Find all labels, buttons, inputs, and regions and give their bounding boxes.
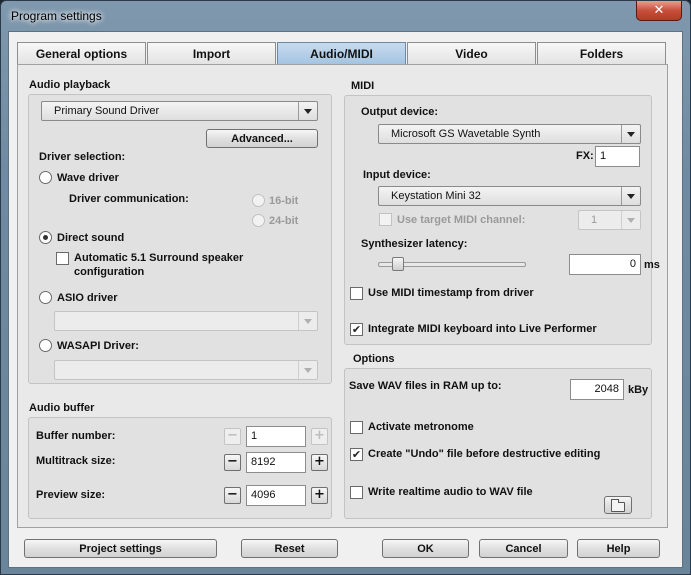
checkmark-icon: ✔ <box>351 323 362 336</box>
audio-buffer-group: Buffer number: − 1 + Multitrack size: − … <box>28 417 332 519</box>
tab-video[interactable]: Video <box>407 42 536 64</box>
window-title: Program settings <box>11 9 102 23</box>
undo-file-label: Create "Undo" file before destructive ed… <box>368 448 601 460</box>
fx-label: FX: <box>576 150 594 162</box>
checkmark-icon: ✔ <box>351 448 362 461</box>
buffer-number-increment[interactable]: + <box>311 428 328 445</box>
integrate-midi-label: Integrate MIDI keyboard into Live Perfor… <box>368 323 597 335</box>
midi-timestamp-checkbox[interactable] <box>350 287 363 300</box>
buffer-number-label: Buffer number: <box>36 430 116 442</box>
midi-group: Output device: Microsoft GS Wavetable Sy… <box>344 95 660 345</box>
help-button[interactable]: Help <box>577 539 660 558</box>
audio-playback-label: Audio playback <box>29 79 111 91</box>
asio-driver-label: ASIO driver <box>57 292 118 304</box>
program-settings-window: Program settings ✕ General options Impor… <box>0 0 691 575</box>
tab-general-options[interactable]: General options <box>17 42 146 64</box>
close-button[interactable]: ✕ <box>636 1 682 21</box>
wasapi-driver-label: WASAPI Driver: <box>57 340 139 352</box>
dialog-client-area: General options Import Audio/MIDI Video … <box>8 31 683 568</box>
integrate-midi-checkbox[interactable]: ✔ <box>350 323 363 336</box>
tab-import[interactable]: Import <box>147 42 276 64</box>
midi-label: MIDI <box>351 80 375 92</box>
buffer-number-decrement[interactable]: − <box>224 428 241 445</box>
save-wav-label: Save WAV files in RAM up to: <box>349 380 502 392</box>
chevron-down-icon <box>298 102 317 120</box>
audio-device-value: Primary Sound Driver <box>54 105 160 117</box>
input-device-label: Input device: <box>363 169 431 181</box>
cancel-button[interactable]: Cancel <box>479 539 568 558</box>
midi-timestamp-label: Use MIDI timestamp from driver <box>368 287 534 299</box>
latency-unit: ms <box>644 259 660 271</box>
wave-driver-label: Wave driver <box>57 172 119 184</box>
wasapi-driver-radio[interactable] <box>39 339 52 352</box>
24-bit-radio[interactable] <box>252 214 265 227</box>
multitrack-size-label: Multitrack size: <box>36 455 116 467</box>
undo-file-checkbox[interactable]: ✔ <box>350 448 363 461</box>
preview-decrement[interactable]: − <box>224 487 241 504</box>
surround-checkbox[interactable] <box>56 252 69 265</box>
driver-selection-label: Driver selection: <box>39 151 126 163</box>
browse-folder-button[interactable] <box>604 496 632 514</box>
options-label: Options <box>353 353 395 365</box>
asio-driver-radio[interactable] <box>39 291 52 304</box>
input-device-select[interactable]: Keystation Mini 32 <box>378 186 641 206</box>
chevron-down-icon <box>298 312 317 330</box>
target-midi-channel-label: Use target MIDI channel: <box>397 214 526 226</box>
chevron-down-icon <box>621 187 640 205</box>
multitrack-size-input[interactable]: 8192 <box>246 452 306 473</box>
multitrack-decrement[interactable]: − <box>224 454 241 471</box>
project-settings-button[interactable]: Project settings <box>24 539 217 558</box>
options-group: Save WAV files in RAM up to: 2048 kBy Ac… <box>344 368 652 519</box>
fx-input[interactable]: 1 <box>595 146 640 167</box>
realtime-wav-checkbox[interactable] <box>350 486 363 499</box>
save-wav-input[interactable]: 2048 <box>570 379 624 400</box>
latency-slider-thumb[interactable] <box>391 257 404 271</box>
wasapi-device-select[interactable] <box>54 360 318 380</box>
ok-button[interactable]: OK <box>382 539 469 558</box>
output-device-label: Output device: <box>361 106 439 118</box>
buffer-number-input[interactable]: 1 <box>246 426 306 447</box>
wave-driver-radio[interactable] <box>39 171 52 184</box>
save-wav-unit: kBy <box>628 384 649 396</box>
synth-latency-label: Synthesizer latency: <box>361 238 468 250</box>
folder-icon <box>611 499 625 512</box>
preview-size-input[interactable]: 4096 <box>246 485 306 506</box>
target-midi-channel-checkbox[interactable] <box>379 213 392 226</box>
title-bar[interactable]: Program settings ✕ <box>1 1 690 31</box>
surround-label-line1: Automatic 5.1 Surround speaker <box>74 252 244 264</box>
surround-label-line2: configuration <box>74 266 145 278</box>
audio-device-select[interactable]: Primary Sound Driver <box>41 101 318 121</box>
chevron-down-icon <box>621 125 640 143</box>
chevron-down-icon <box>298 361 317 379</box>
output-device-select[interactable]: Microsoft GS Wavetable Synth <box>378 124 641 144</box>
audio-playback-group: Primary Sound Driver Advanced... Driver … <box>28 94 332 384</box>
metronome-label: Activate metronome <box>368 421 474 433</box>
output-device-value: Microsoft GS Wavetable Synth <box>391 128 541 140</box>
direct-sound-radio[interactable] <box>39 231 52 244</box>
16-bit-label: 16-bit <box>269 195 299 207</box>
16-bit-radio[interactable] <box>252 194 265 207</box>
advanced-button[interactable]: Advanced... <box>206 129 318 148</box>
metronome-checkbox[interactable] <box>350 421 363 434</box>
reset-button[interactable]: Reset <box>241 539 338 558</box>
preview-increment[interactable]: + <box>311 487 328 504</box>
chevron-down-icon <box>621 211 640 229</box>
audio-buffer-label: Audio buffer <box>29 402 95 414</box>
audio-midi-page: Audio playback Primary Sound Driver Adva… <box>17 64 668 528</box>
tab-audio-midi[interactable]: Audio/MIDI <box>277 42 406 64</box>
latency-input[interactable]: 0 <box>569 254 641 275</box>
realtime-wav-label: Write realtime audio to WAV file <box>368 486 533 498</box>
direct-sound-label: Direct sound <box>57 232 125 244</box>
close-icon: ✕ <box>653 3 665 18</box>
target-midi-channel-select[interactable]: 1 <box>578 210 641 230</box>
target-midi-channel-value: 1 <box>591 214 598 226</box>
tab-folders[interactable]: Folders <box>537 42 666 64</box>
preview-size-label: Preview size: <box>36 489 106 501</box>
input-device-value: Keystation Mini 32 <box>391 190 481 202</box>
multitrack-increment[interactable]: + <box>311 454 328 471</box>
asio-device-select[interactable] <box>54 311 318 331</box>
24-bit-label: 24-bit <box>269 215 299 227</box>
driver-communication-label: Driver communication: <box>69 193 189 205</box>
